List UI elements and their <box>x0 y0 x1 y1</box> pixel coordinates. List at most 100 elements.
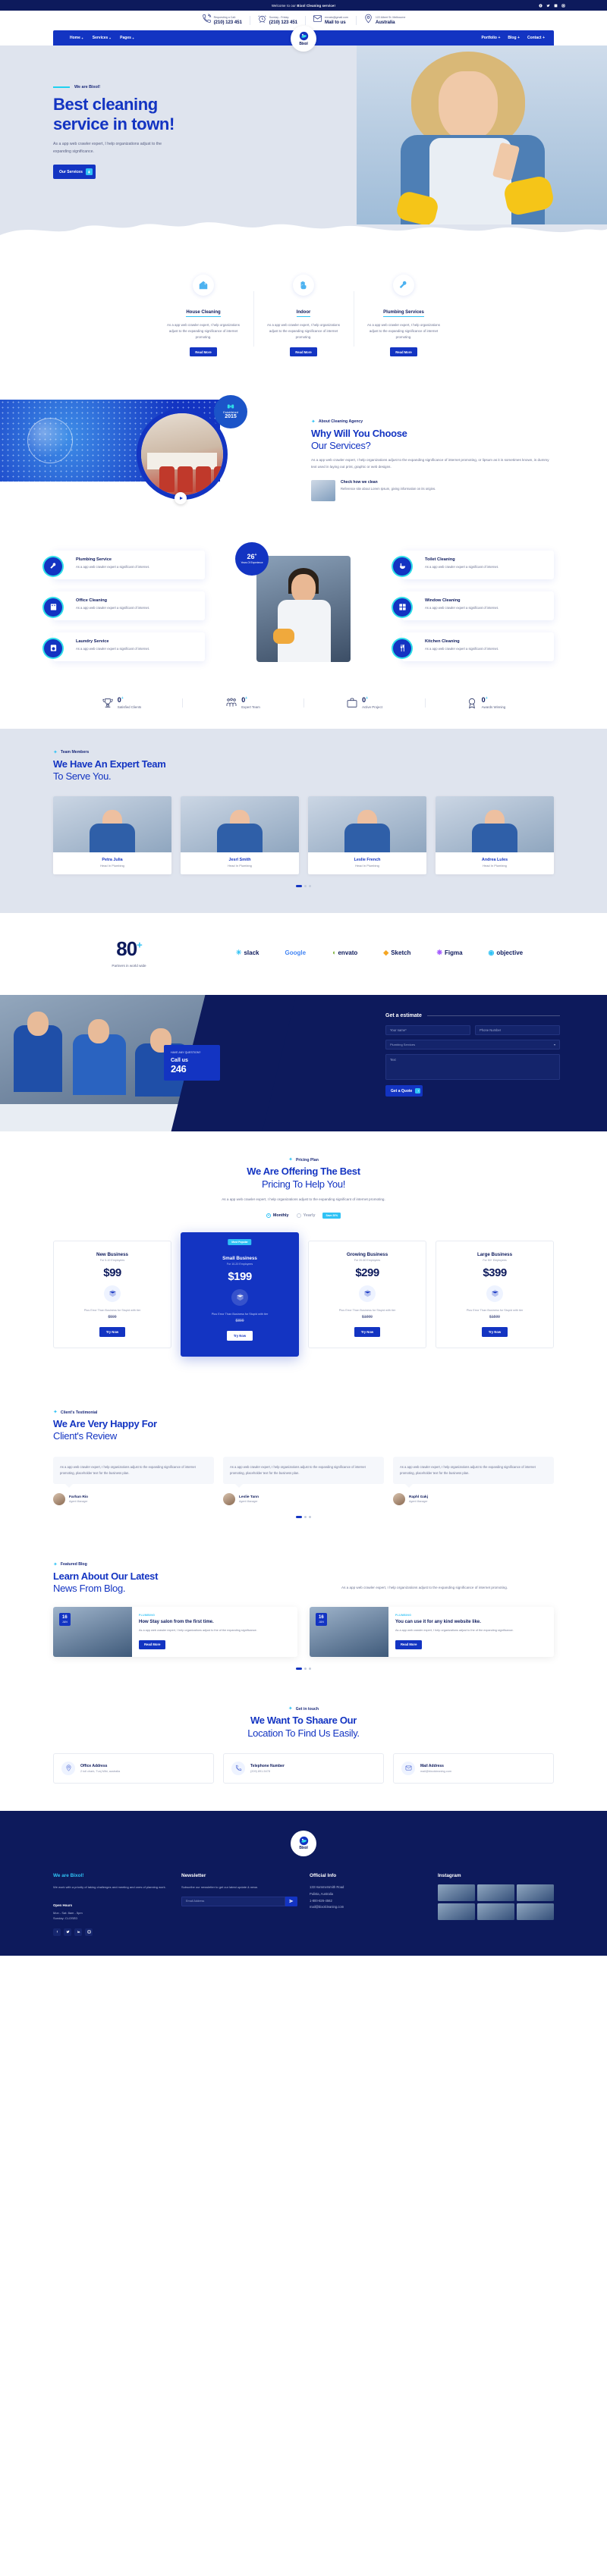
team-member-card[interactable]: Andrea Lules Head In Plumbing <box>436 796 554 875</box>
partner-logo-envato[interactable]: ◖ envato <box>332 949 357 957</box>
blog-photo: 16 JUN <box>53 1607 132 1658</box>
testimonials-eyebrow: ✦ Client's Testimonial <box>53 1410 554 1415</box>
instagram-icon[interactable] <box>85 1928 93 1936</box>
play-button[interactable] <box>175 491 187 504</box>
plan-price: $299 <box>355 1266 379 1279</box>
blog-card[interactable]: 16 JUN PLUMBING You can use it for any k… <box>310 1607 554 1658</box>
instagram-thumb[interactable] <box>477 1903 514 1920</box>
footer-official-item[interactable]: 1-800-826-4562 <box>310 1898 426 1905</box>
carousel-dot[interactable] <box>309 1515 311 1518</box>
team-member-card[interactable]: Jesrl Smith Head In Plumbing <box>181 796 299 875</box>
info-item-address[interactable]: 122 Albert St. Melbourne Australia <box>355 14 414 27</box>
blog-card[interactable]: 16 JUN PLUMBING How Stay salon from the … <box>53 1607 297 1658</box>
team-member-card[interactable]: Leslie French Head In Plumbing <box>308 796 426 875</box>
instagram-thumb[interactable] <box>477 1884 514 1901</box>
feature-card[interactable]: Plumbing Service As a app web crawler ex… <box>44 550 205 579</box>
feature-card[interactable]: Window Cleaning As a app web crawler exp… <box>393 591 554 620</box>
blog-carousel-dots[interactable] <box>53 1668 554 1671</box>
newsletter-email-input[interactable]: Email Address <box>181 1896 285 1906</box>
partner-logo-figma[interactable]: ❋ Figma <box>436 949 462 957</box>
location-card-address[interactable]: Office Address 2 toll chark, Tunj Mlbi, a… <box>53 1752 214 1784</box>
instagram-thumb[interactable] <box>438 1903 475 1920</box>
partner-logo-sketch[interactable]: ◆ Sketch <box>383 949 410 957</box>
partner-logo-google[interactable]: Google <box>285 949 306 957</box>
partner-logo-slack[interactable]: ✳ slack <box>236 949 259 957</box>
blog-read-more-button[interactable]: Read More <box>139 1639 166 1649</box>
plan-try-button[interactable]: Try Now <box>99 1327 126 1338</box>
service-read-more-button[interactable]: Read More <box>390 347 417 357</box>
service-card[interactable]: Plumbing Services As a app web crawler e… <box>354 275 454 357</box>
twitter-icon[interactable] <box>546 4 550 8</box>
pricing-card[interactable]: Large Business For 50+ Employees $399 Pl… <box>436 1240 554 1349</box>
plan-try-button[interactable]: Try Now <box>226 1331 253 1341</box>
location-card-text: 2 toll chark, Tunj Mlbi, australia <box>80 1769 121 1773</box>
nav-item-services[interactable]: Services + <box>93 36 111 40</box>
info-item-call[interactable]: Requesting a Call: (210) 123 451 <box>194 14 250 27</box>
feature-card[interactable]: Office Cleaning As a app web crawler exp… <box>44 591 205 620</box>
service-card[interactable]: Indoor As a app web crawler expert, I he… <box>253 275 354 357</box>
toggle-monthly[interactable]: Monthly <box>266 1213 289 1218</box>
location-card-phone[interactable]: Telephone Number (209) 891-5478 <box>223 1752 384 1784</box>
service-card[interactable]: House Cleaning As a app web crawler expe… <box>153 275 253 357</box>
nav-item-home[interactable]: Home + <box>70 36 83 40</box>
location-card-text: mail@bixolcleaning.com <box>420 1769 451 1773</box>
pricing-card[interactable]: Growing Business For 20-50 Employees $29… <box>308 1240 426 1349</box>
get-quote-button[interactable]: Get a Quote <box>385 1085 423 1097</box>
phone-input[interactable]: Phone Number <box>475 1025 560 1036</box>
partner-logo-objective[interactable]: ◉ objective <box>489 949 524 957</box>
blog-read-more-button[interactable]: Read More <box>395 1639 423 1649</box>
pricing-card-featured[interactable]: Most Popular Small Business For 10-20 Em… <box>181 1232 299 1357</box>
nav-item-blog[interactable]: Blog + <box>508 36 520 40</box>
instagram-thumb[interactable] <box>517 1903 554 1920</box>
why-cta[interactable]: Check how we clean Reference site about … <box>311 480 554 502</box>
info-item-hours[interactable]: Sunday - Friday: (210) 123 451 <box>249 14 305 27</box>
instagram-icon[interactable] <box>561 3 565 8</box>
hero-cta-button[interactable]: Our Services <box>53 165 96 180</box>
footer-logo[interactable]: Bixol <box>291 1830 316 1856</box>
carousel-dot[interactable] <box>304 1668 307 1671</box>
service-read-more-button[interactable]: Read More <box>290 347 317 357</box>
nav-item-portfolio[interactable]: Portfolio + <box>481 36 500 40</box>
carousel-dot-active[interactable] <box>296 885 302 888</box>
counter-item: 0+ Active Project <box>304 696 425 709</box>
carousel-dot[interactable] <box>309 1668 311 1671</box>
call-us-card[interactable]: HAVE ANY QUESTION? Call us 246 <box>164 1045 220 1081</box>
pricing-card[interactable]: New Business For 5-10 Employees $99 Plus… <box>53 1240 171 1349</box>
info-item-mail[interactable]: envato@gmail.com Mail to us <box>305 14 356 27</box>
trophy-icon <box>102 698 113 708</box>
feature-card[interactable]: Kitchen Cleaning As a app web crawler ex… <box>393 632 554 661</box>
feature-card[interactable]: Laundry Service As a app web crawler exp… <box>44 632 205 661</box>
service-read-more-button[interactable]: Read More <box>190 347 217 357</box>
plan-try-button[interactable]: Try Now <box>354 1327 381 1338</box>
newsletter-submit-button[interactable] <box>285 1896 297 1906</box>
carousel-dot-active[interactable] <box>296 1515 302 1518</box>
nav-item-contact[interactable]: Contact + <box>527 36 545 40</box>
twitter-icon[interactable] <box>64 1928 71 1936</box>
site-logo[interactable]: Bixol <box>291 26 316 52</box>
toggle-yearly[interactable]: Yearly <box>296 1213 315 1218</box>
billing-toggle[interactable]: Monthly Yearly Save 20% <box>0 1212 607 1219</box>
carousel-dot-active[interactable] <box>296 1668 302 1671</box>
first-name-input[interactable]: Your name* <box>385 1025 470 1036</box>
team-carousel-dots[interactable] <box>0 885 607 888</box>
location-eyebrow: ✦ Get in touch <box>0 1706 607 1712</box>
arrow-right-icon <box>415 1088 421 1094</box>
carousel-dot[interactable] <box>304 1515 307 1518</box>
message-textarea[interactable]: Text <box>385 1054 560 1081</box>
carousel-dot[interactable] <box>309 885 311 888</box>
team-member-card[interactable]: Petra Julia Head In Plumbing <box>53 796 171 875</box>
carousel-dot[interactable] <box>304 885 307 888</box>
linkedin-icon[interactable] <box>554 4 558 8</box>
instagram-thumb[interactable] <box>438 1884 475 1901</box>
location-card-mail[interactable]: Mail Address mail@bixolcleaning.com <box>393 1752 554 1784</box>
service-select[interactable]: Plumbing Services ▾ <box>385 1040 560 1050</box>
footer-official-item[interactable]: mail@bixolcleaning.com <box>310 1904 426 1911</box>
feature-card[interactable]: Toilet Cleaning As a app web crawler exp… <box>393 550 554 579</box>
plan-try-button[interactable]: Try Now <box>481 1327 508 1338</box>
instagram-thumb[interactable] <box>517 1884 554 1901</box>
linkedin-icon[interactable] <box>74 1928 82 1936</box>
nav-item-pages[interactable]: Pages + <box>120 36 134 40</box>
facebook-icon[interactable] <box>539 3 543 8</box>
facebook-icon[interactable] <box>53 1928 61 1936</box>
testimonials-carousel-dots[interactable] <box>53 1515 554 1518</box>
